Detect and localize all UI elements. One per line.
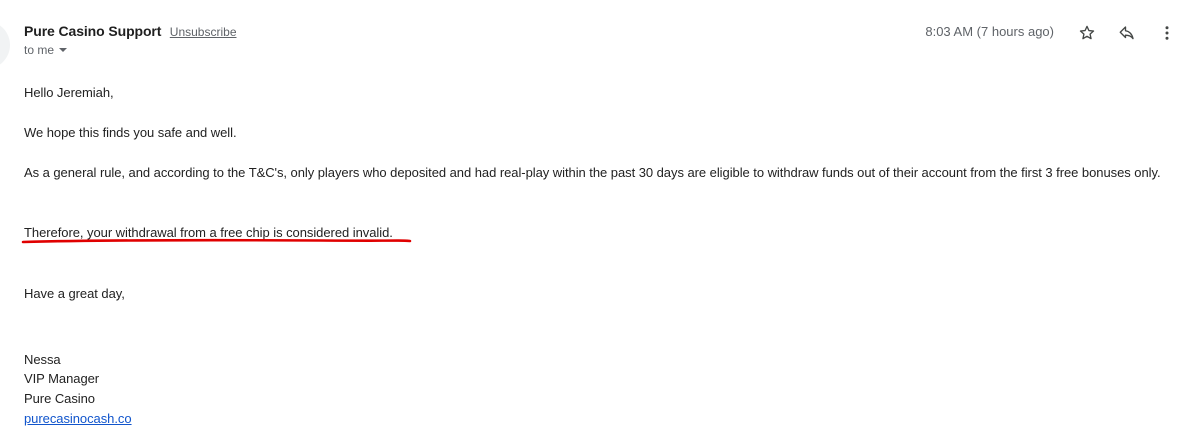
email-timestamp: 8:03 AM (7 hours ago)	[925, 24, 1054, 39]
body-line-safe: We hope this finds you safe and well.	[24, 125, 237, 140]
unsubscribe-link[interactable]: Unsubscribe	[170, 25, 237, 39]
star-icon	[1079, 25, 1095, 40]
caret-down-icon	[59, 48, 68, 52]
recipient-details-toggle[interactable]: to me	[24, 43, 68, 57]
website-link[interactable]: purecasinocash.co	[24, 411, 132, 426]
sender-avatar[interactable]	[0, 21, 10, 69]
signature-title: VIP Manager	[24, 371, 100, 386]
closing-text: Have a great day,	[24, 286, 125, 301]
reply-icon	[1119, 26, 1134, 40]
sender-name[interactable]: Pure Casino Support	[24, 23, 161, 39]
more-vert-icon	[1165, 26, 1169, 40]
body-paragraph-rule: As a general rule, and according to the …	[24, 165, 1161, 180]
signature-name: Nessa	[24, 352, 61, 367]
signature-link-row: purecasinocash.co	[24, 410, 132, 428]
red-underline-annotation	[21, 238, 412, 244]
reply-button[interactable]	[1115, 21, 1139, 45]
sender-line: Pure Casino Support Unsubscribe	[24, 23, 237, 41]
email-view: Pure Casino Support Unsubscribe to me 8:…	[0, 0, 1183, 442]
star-button[interactable]	[1075, 21, 1099, 45]
recipient-label: to me	[24, 43, 55, 57]
email-header: Pure Casino Support Unsubscribe to me 8:…	[24, 21, 1183, 61]
more-options-button[interactable]	[1155, 21, 1179, 45]
signature-company: Pure Casino	[24, 391, 95, 406]
greeting-text: Hello Jeremiah,	[24, 85, 114, 100]
